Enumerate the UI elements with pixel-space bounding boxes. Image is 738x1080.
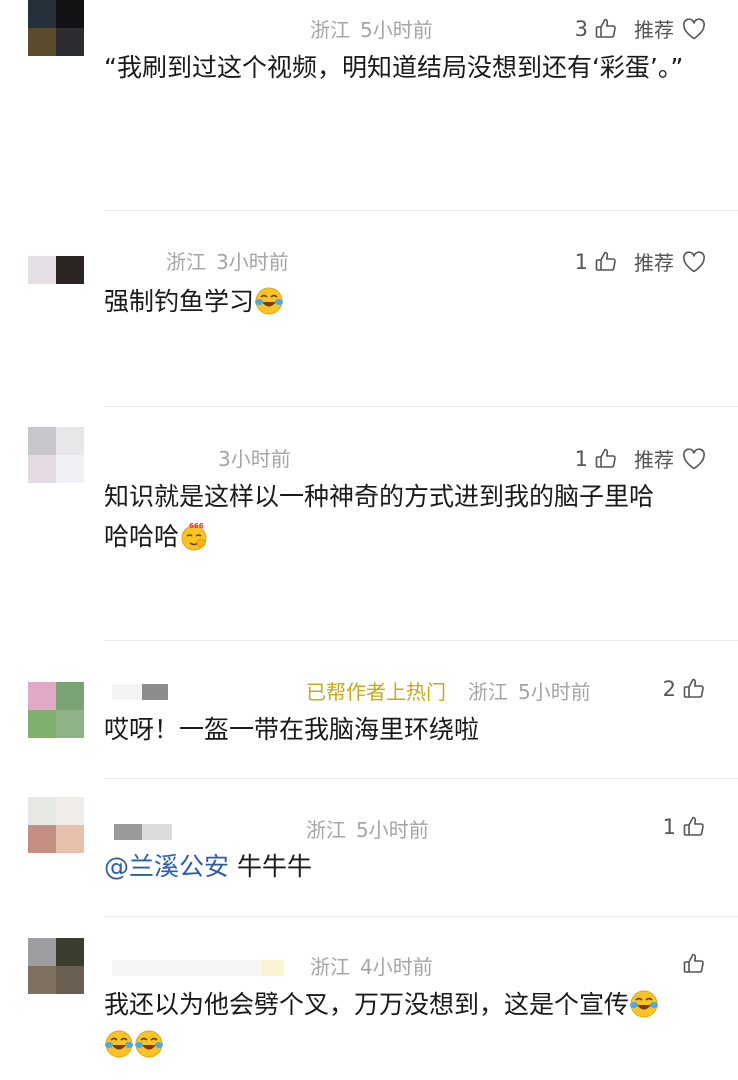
- comment-meta: 3小时前: [218, 443, 291, 472]
- comment-body: 我还以为他会劈个叉，万万没想到，这是个宣传: [104, 985, 714, 1065]
- avatar[interactable]: [28, 427, 84, 483]
- divider: [104, 916, 738, 917]
- comment-actions: 1 推荐: [575, 444, 706, 473]
- comment-text-line: 哈哈哈: [104, 522, 180, 551]
- heart-icon[interactable]: [682, 251, 706, 273]
- avatar[interactable]: [28, 0, 84, 56]
- avatar[interactable]: [28, 256, 84, 284]
- comment-meta: 浙江 5小时前: [306, 814, 429, 843]
- crying-laughing-emoji: [629, 989, 659, 1019]
- comment-body: @兰溪公安 牛牛牛: [104, 847, 714, 887]
- recommend-button[interactable]: 推荐: [634, 247, 674, 276]
- time-label: 5小时前: [360, 18, 433, 42]
- time-label: 3小时前: [216, 250, 289, 274]
- avatar[interactable]: [28, 938, 84, 994]
- heart-icon[interactable]: [682, 18, 706, 40]
- avatar[interactable]: [28, 797, 84, 853]
- location-label: 浙江: [310, 18, 350, 42]
- location-label: 浙江: [310, 955, 350, 979]
- divider: [104, 210, 738, 211]
- comment-text-line: 知识就是这样以一种神奇的方式进到我的脑子里哈: [104, 482, 655, 511]
- username-blurred: [112, 960, 284, 976]
- crying-laughing-emoji: [134, 1029, 164, 1059]
- divider: [104, 406, 738, 407]
- time-label: 3小时前: [218, 447, 291, 471]
- comment-text: 我还以为他会劈个叉，万万没想到，这是个宣传: [104, 990, 630, 1019]
- comment-actions: 1 推荐: [575, 247, 706, 276]
- thumbs-up-icon[interactable]: [594, 447, 618, 471]
- crying-laughing-emoji: [104, 1029, 134, 1059]
- time-label: 5小时前: [518, 680, 591, 704]
- comment-actions: 3 推荐: [575, 14, 706, 43]
- thumbs-up-icon[interactable]: [682, 677, 706, 701]
- time-label: 4小时前: [360, 955, 433, 979]
- crying-laughing-emoji: [254, 286, 284, 316]
- recommend-button[interactable]: 推荐: [634, 444, 674, 473]
- comment-text: “我刷到过这个视频，明知道结局没想到还有‘彩蛋’。”: [104, 53, 684, 82]
- 666-emoji: [179, 521, 209, 551]
- comment-body: 强制钓鱼学习: [104, 282, 714, 322]
- comment-meta: 浙江 4小时前: [310, 951, 433, 980]
- like-count: 2: [662, 677, 676, 701]
- avatar[interactable]: [28, 682, 84, 738]
- time-label: 5小时前: [356, 818, 429, 842]
- like-count: 1: [574, 446, 588, 471]
- comment-meta: 浙江 3小时前: [166, 246, 289, 275]
- comment-text: 哎呀！一盔一带在我脑海里环绕啦: [104, 715, 480, 744]
- thumbs-up-icon[interactable]: [594, 250, 618, 274]
- comment-actions: [682, 952, 706, 976]
- divider: [104, 640, 738, 641]
- mention-link[interactable]: @兰溪公安: [104, 852, 229, 881]
- heart-icon[interactable]: [682, 448, 706, 470]
- recommend-button[interactable]: 推荐: [634, 14, 674, 43]
- comment-actions: 1: [663, 815, 706, 839]
- comment-body: 知识就是这样以一种神奇的方式进到我的脑子里哈 哈哈哈: [104, 477, 714, 557]
- location-label: 浙江: [166, 250, 206, 274]
- hot-badge: 已帮作者上热门: [306, 680, 446, 704]
- thumbs-up-icon[interactable]: [594, 17, 618, 41]
- thumbs-up-icon[interactable]: [682, 952, 706, 976]
- comment-actions: 2: [663, 677, 706, 701]
- username-blurred: [112, 684, 168, 700]
- thumbs-up-icon[interactable]: [682, 815, 706, 839]
- like-count: 3: [574, 16, 588, 41]
- comment-meta: 浙江 5小时前: [468, 676, 591, 705]
- like-count: 1: [662, 815, 676, 839]
- username-blurred: [114, 824, 172, 840]
- comment-meta: 浙江 5小时前: [310, 14, 433, 43]
- location-label: 浙江: [468, 680, 508, 704]
- comment-text: 强制钓鱼学习: [104, 287, 255, 316]
- like-count: 1: [574, 249, 588, 274]
- divider: [104, 778, 738, 779]
- location-label: 浙江: [306, 818, 346, 842]
- comment-text: 牛牛牛: [236, 852, 312, 881]
